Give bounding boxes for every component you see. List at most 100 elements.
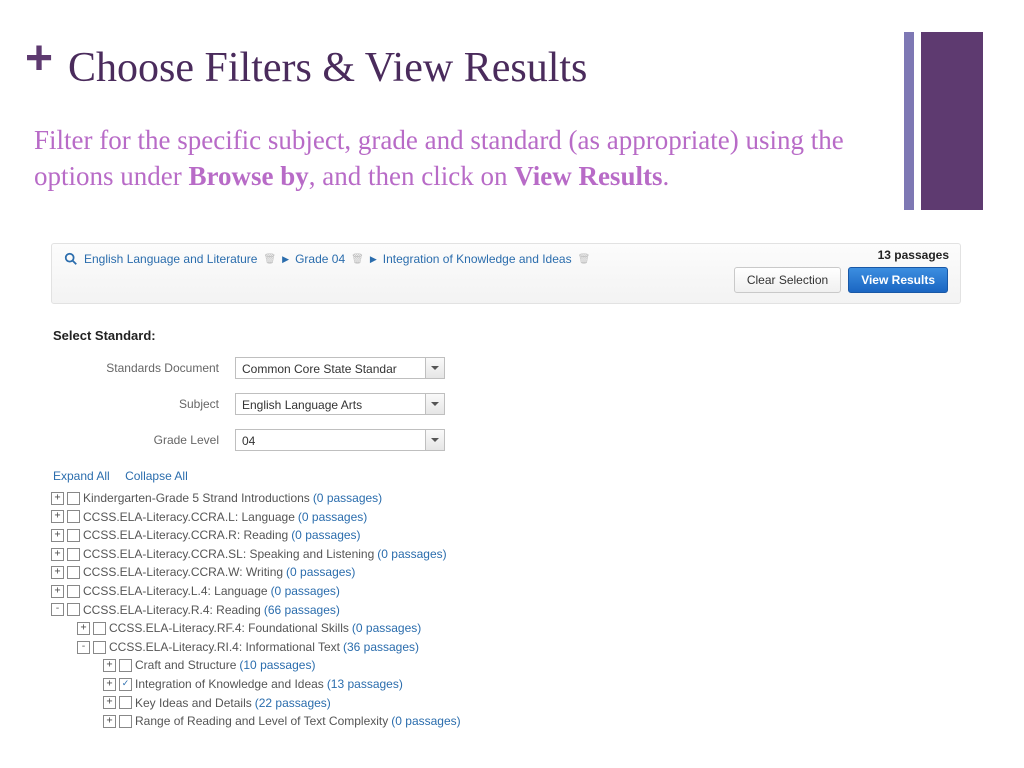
checkbox[interactable]: [119, 715, 132, 728]
tree-node-count: (0 passages): [298, 508, 367, 527]
tree-node: + CCSS.ELA-Literacy.RF.4: Foundational Sk…: [77, 619, 961, 638]
grade-level-label: Grade Level: [51, 433, 235, 447]
checkbox-checked[interactable]: ✓: [119, 678, 132, 691]
breadcrumb-standard[interactable]: Integration of Knowledge and Ideas: [383, 252, 572, 266]
expand-icon[interactable]: +: [103, 678, 116, 691]
subtitle-text: , and then click on: [309, 161, 514, 191]
tree-node: + CCSS.ELA-Literacy.CCRA.R: Reading (0 pa…: [51, 526, 961, 545]
tree-node: + Kindergarten-Grade 5 Strand Introductio…: [51, 489, 961, 508]
tree-node-label[interactable]: Key Ideas and Details: [135, 694, 252, 713]
page-title: Choose Filters & View Results: [68, 44, 587, 92]
breadcrumb-sep-icon: ▶: [370, 254, 377, 265]
breadcrumb-delete-icon[interactable]: 🗑: [351, 254, 364, 265]
tree-node-count: (0 passages): [286, 563, 355, 582]
tree-node-count: (36 passages): [343, 638, 419, 657]
filter-toolbar: English Language and Literature 🗑 ▶ Grad…: [51, 243, 961, 304]
tree-node-label[interactable]: Integration of Knowledge and Ideas: [135, 675, 324, 694]
tree-node-label[interactable]: CCSS.ELA-Literacy.RF.4: Foundational Ski…: [109, 619, 349, 638]
tree-node: + CCSS.ELA-Literacy.CCRA.W: Writing (0 pa…: [51, 563, 961, 582]
tree-node-count: (22 passages): [255, 694, 331, 713]
breadcrumb-subject[interactable]: English Language and Literature: [84, 252, 257, 266]
select-value: English Language Arts: [242, 398, 362, 412]
accent-bar-thin: [904, 32, 914, 210]
tree-node: + CCSS.ELA-Literacy.CCRA.L: Language (0 p…: [51, 508, 961, 527]
tree-node: + CCSS.ELA-Literacy.CCRA.SL: Speaking and…: [51, 545, 961, 564]
passage-count: 13 passages: [878, 248, 949, 262]
expand-icon[interactable]: +: [51, 566, 64, 579]
grade-level-select[interactable]: 04: [235, 429, 445, 451]
tree-node: + Craft and Structure (10 passages): [103, 656, 961, 675]
checkbox[interactable]: [67, 566, 80, 579]
collapse-icon[interactable]: -: [77, 641, 90, 654]
expand-icon[interactable]: +: [103, 696, 116, 709]
checkbox[interactable]: [119, 659, 132, 672]
page-subtitle: Filter for the specific subject, grade a…: [34, 122, 874, 195]
clear-selection-button[interactable]: Clear Selection: [734, 267, 841, 293]
passage-count-label: passages: [891, 248, 949, 262]
subject-label: Subject: [51, 397, 235, 411]
tree-node-label[interactable]: Kindergarten-Grade 5 Strand Introduction…: [83, 489, 310, 508]
expand-icon[interactable]: +: [103, 659, 116, 672]
select-standard-heading: Select Standard:: [53, 328, 961, 343]
tree-node-count: (0 passages): [391, 712, 460, 731]
tree-node-label[interactable]: Craft and Structure: [135, 656, 236, 675]
collapse-all-link[interactable]: Collapse All: [125, 469, 188, 483]
breadcrumb-delete-icon[interactable]: 🗑: [578, 254, 591, 265]
breadcrumb-delete-icon[interactable]: 🗑: [263, 254, 276, 265]
tree-node-label[interactable]: CCSS.ELA-Literacy.CCRA.R: Reading: [83, 526, 288, 545]
select-value: Common Core State Standar: [242, 362, 397, 376]
tree-node-label[interactable]: CCSS.ELA-Literacy.CCRA.W: Writing: [83, 563, 283, 582]
tree-node-count: (13 passages): [327, 675, 403, 694]
expand-icon[interactable]: +: [51, 585, 64, 598]
passage-count-number: 13: [878, 248, 891, 262]
tree-node-count: (0 passages): [352, 619, 421, 638]
dropdown-arrow-icon: [425, 358, 444, 378]
select-value: 04: [242, 434, 255, 448]
dropdown-arrow-icon: [425, 430, 444, 450]
checkbox[interactable]: [119, 696, 132, 709]
tree-controls: Expand All Collapse All: [53, 469, 961, 483]
tree-node-label[interactable]: CCSS.ELA-Literacy.RI.4: Informational Te…: [109, 638, 340, 657]
expand-icon[interactable]: +: [51, 529, 64, 542]
expand-icon[interactable]: +: [77, 622, 90, 635]
tree-node-label[interactable]: CCSS.ELA-Literacy.L.4: Language: [83, 582, 268, 601]
slide: + Choose Filters & View Results Filter f…: [0, 0, 1024, 768]
checkbox[interactable]: [93, 622, 106, 635]
expand-icon[interactable]: +: [51, 510, 64, 523]
checkbox[interactable]: [67, 492, 80, 505]
expand-all-link[interactable]: Expand All: [53, 469, 110, 483]
tree-node-count: (0 passages): [291, 526, 360, 545]
standards-document-select[interactable]: Common Core State Standar: [235, 357, 445, 379]
tree-node-label[interactable]: CCSS.ELA-Literacy.CCRA.L: Language: [83, 508, 295, 527]
subject-select[interactable]: English Language Arts: [235, 393, 445, 415]
tree-node: + Range of Reading and Level of Text Comp…: [103, 712, 961, 731]
standards-tree: + Kindergarten-Grade 5 Strand Introductio…: [51, 489, 961, 731]
tree-node-count: (10 passages): [239, 656, 315, 675]
tree-node-count: (0 passages): [271, 582, 340, 601]
breadcrumb-sep-icon: ▶: [282, 254, 289, 265]
expand-icon[interactable]: +: [103, 715, 116, 728]
checkbox[interactable]: [93, 641, 106, 654]
collapse-icon[interactable]: -: [51, 603, 64, 616]
tree-node-label[interactable]: CCSS.ELA-Literacy.R.4: Reading: [83, 601, 261, 620]
tree-node-count: (66 passages): [264, 601, 340, 620]
plus-icon: +: [25, 35, 53, 83]
checkbox[interactable]: [67, 548, 80, 561]
checkbox[interactable]: [67, 510, 80, 523]
breadcrumb-grade[interactable]: Grade 04: [295, 252, 345, 266]
tree-node: + Key Ideas and Details (22 passages): [103, 694, 961, 713]
search-icon: [64, 252, 78, 266]
tree-node: + CCSS.ELA-Literacy.L.4: Language (0 pass…: [51, 582, 961, 601]
tree-node-count: (0 passages): [313, 489, 382, 508]
checkbox[interactable]: [67, 585, 80, 598]
expand-icon[interactable]: +: [51, 492, 64, 505]
view-results-button[interactable]: View Results: [848, 267, 948, 293]
checkbox[interactable]: [67, 529, 80, 542]
checkbox[interactable]: [67, 603, 80, 616]
tree-node-count: (0 passages): [377, 545, 446, 564]
filter-form: Standards Document Common Core State Sta…: [51, 357, 961, 451]
tree-node-label[interactable]: CCSS.ELA-Literacy.CCRA.SL: Speaking and …: [83, 545, 374, 564]
tree-node-label[interactable]: Range of Reading and Level of Text Compl…: [135, 712, 388, 731]
expand-icon[interactable]: +: [51, 548, 64, 561]
subtitle-bold-browseby: Browse by: [189, 161, 309, 191]
